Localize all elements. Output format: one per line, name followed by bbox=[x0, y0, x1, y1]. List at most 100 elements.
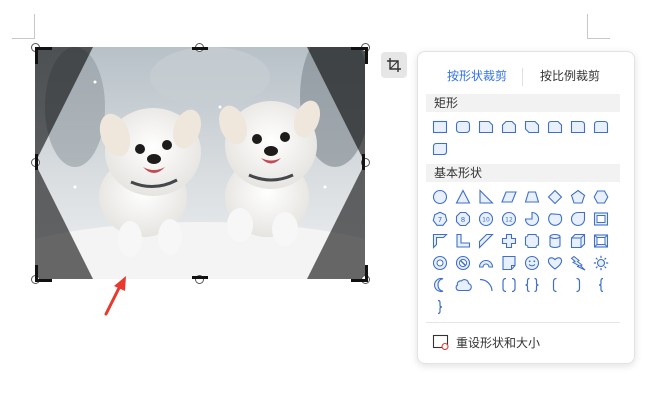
cube-icon bbox=[570, 233, 586, 249]
shape-diamond[interactable] bbox=[544, 186, 566, 208]
shape-hexagon[interactable] bbox=[590, 186, 612, 208]
shape-decagon[interactable]: 10 bbox=[475, 208, 497, 230]
crop-mark-bottom-right[interactable] bbox=[351, 265, 368, 282]
crop-tabs: 按形状裁剪 按比例裁剪 bbox=[418, 64, 634, 88]
shape-heart[interactable] bbox=[544, 252, 566, 274]
crop-mark-bottom-left[interactable] bbox=[35, 265, 52, 282]
donut-icon bbox=[432, 255, 448, 271]
shape-cloud[interactable] bbox=[452, 274, 474, 296]
dodecagon-12-icon: 12 bbox=[501, 211, 517, 227]
arc-icon bbox=[479, 278, 493, 292]
moon-icon bbox=[434, 277, 444, 293]
shape-rectangle[interactable] bbox=[429, 116, 451, 138]
tab-crop-by-shape[interactable]: 按形状裁剪 bbox=[447, 64, 507, 88]
hexagon-icon bbox=[593, 190, 609, 204]
plaque-icon bbox=[524, 233, 540, 249]
crop-mark-bottom[interactable] bbox=[192, 276, 208, 279]
shape-number-10: 10 bbox=[482, 217, 490, 224]
shape-chord[interactable] bbox=[544, 208, 566, 230]
shape-snip-diagonal-rectangle[interactable] bbox=[521, 116, 543, 138]
shape-round-diagonal-rectangle[interactable] bbox=[429, 138, 451, 160]
crop-mark-top-left[interactable] bbox=[35, 47, 52, 64]
shape-right-bracket[interactable] bbox=[567, 274, 589, 296]
dog-image[interactable] bbox=[35, 47, 365, 279]
shape-can[interactable] bbox=[544, 230, 566, 252]
crop-mark-top[interactable] bbox=[192, 47, 208, 50]
no-symbol-icon bbox=[455, 255, 471, 271]
shape-rounded-rectangle[interactable] bbox=[452, 116, 474, 138]
shape-pie[interactable] bbox=[521, 208, 543, 230]
half-frame-icon bbox=[432, 233, 448, 249]
cloud-icon bbox=[455, 279, 472, 292]
left-bracket-icon bbox=[552, 277, 557, 293]
shape-parallelogram[interactable] bbox=[498, 186, 520, 208]
can-icon bbox=[549, 233, 561, 249]
right-brace-icon bbox=[437, 299, 443, 315]
shape-right-brace[interactable] bbox=[429, 296, 451, 318]
shape-moon[interactable] bbox=[429, 274, 451, 296]
shape-teardrop[interactable] bbox=[567, 208, 589, 230]
octagon-8-icon: 8 bbox=[455, 211, 471, 227]
section-rectangles-header: 矩形 bbox=[426, 94, 620, 112]
shape-double-bracket[interactable] bbox=[498, 274, 520, 296]
round-diagonal-rectangle-icon bbox=[432, 142, 448, 156]
snip-diagonal-rectangle-icon bbox=[524, 120, 540, 134]
crop-tool-button[interactable] bbox=[381, 52, 407, 78]
shape-cross[interactable] bbox=[498, 230, 520, 252]
trapezoid-icon bbox=[524, 191, 540, 203]
reset-shape-and-size-button[interactable]: 重设形状和大小 bbox=[432, 332, 540, 352]
shape-ellipse[interactable] bbox=[429, 186, 451, 208]
smiley-face-icon bbox=[524, 255, 540, 271]
sun-icon bbox=[593, 255, 609, 271]
l-shape-icon bbox=[456, 233, 471, 248]
double-bracket-icon bbox=[502, 277, 516, 293]
chord-icon bbox=[548, 213, 563, 226]
heptagon-7-icon: 7 bbox=[432, 211, 448, 226]
crop-mark-right[interactable] bbox=[362, 154, 365, 170]
dog-photo-illustration bbox=[35, 47, 365, 279]
diamond-icon bbox=[547, 189, 563, 205]
shape-triangle[interactable] bbox=[452, 186, 474, 208]
triangle-icon bbox=[455, 189, 471, 204]
shape-arc[interactable] bbox=[475, 274, 497, 296]
shape-snip-two-corners-rectangle[interactable] bbox=[498, 116, 520, 138]
shape-right-triangle[interactable] bbox=[475, 186, 497, 208]
shape-left-brace[interactable] bbox=[590, 274, 612, 296]
shape-double-brace[interactable] bbox=[521, 274, 543, 296]
pentagon-icon bbox=[570, 189, 586, 204]
shape-lightning-bolt[interactable] bbox=[567, 252, 589, 274]
shape-sun[interactable] bbox=[590, 252, 612, 274]
shape-pentagon[interactable] bbox=[567, 186, 589, 208]
shape-donut[interactable] bbox=[429, 252, 451, 274]
shape-round-corner-rectangle[interactable] bbox=[567, 116, 589, 138]
snip-corner-rectangle-icon bbox=[478, 120, 494, 134]
bevel-icon bbox=[593, 234, 609, 248]
crop-mark-top-right[interactable] bbox=[351, 47, 368, 64]
shape-heptagon[interactable]: 7 bbox=[429, 208, 451, 230]
teardrop-icon bbox=[570, 211, 586, 227]
shape-round-two-corners-rectangle[interactable] bbox=[590, 116, 612, 138]
right-bracket-icon bbox=[576, 277, 581, 293]
shape-no-symbol[interactable] bbox=[452, 252, 474, 274]
shape-frame[interactable] bbox=[590, 208, 612, 230]
panel-divider bbox=[426, 322, 620, 323]
shape-snip-round-rectangle[interactable] bbox=[544, 116, 566, 138]
shape-diagonal-stripe[interactable] bbox=[475, 230, 497, 252]
shape-half-frame[interactable] bbox=[429, 230, 451, 252]
shape-bevel[interactable] bbox=[590, 230, 612, 252]
round-two-corners-rectangle-icon bbox=[593, 120, 609, 134]
shape-octagon[interactable]: 8 bbox=[452, 208, 474, 230]
shape-smiley-face[interactable] bbox=[521, 252, 543, 274]
shape-l-shape[interactable] bbox=[452, 230, 474, 252]
shape-left-bracket[interactable] bbox=[544, 274, 566, 296]
shape-block-arc[interactable] bbox=[475, 252, 497, 274]
decagon-10-icon: 10 bbox=[478, 211, 494, 227]
tab-crop-by-ratio[interactable]: 按比例裁剪 bbox=[540, 64, 600, 88]
shape-folded-corner[interactable] bbox=[498, 252, 520, 274]
crop-mark-left[interactable] bbox=[35, 154, 38, 170]
shape-snip-corner-rectangle[interactable] bbox=[475, 116, 497, 138]
shape-dodecagon[interactable]: 12 bbox=[498, 208, 520, 230]
shape-cube[interactable] bbox=[567, 230, 589, 252]
shape-trapezoid[interactable] bbox=[521, 186, 543, 208]
shape-plaque[interactable] bbox=[521, 230, 543, 252]
